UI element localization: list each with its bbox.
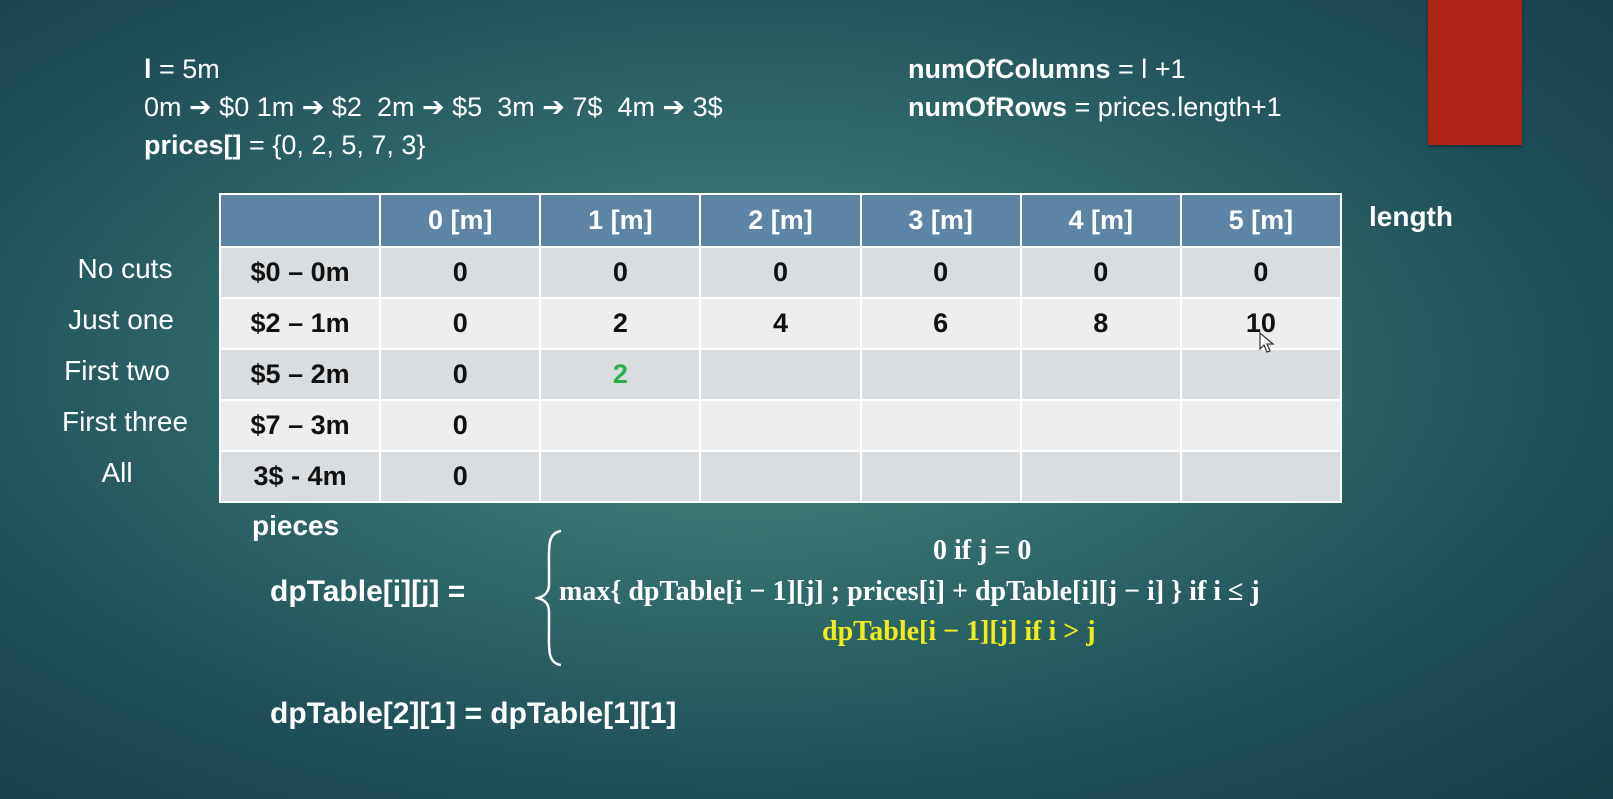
row-label-just-one: Just one — [68, 304, 174, 335]
rows-label: numOfRows — [908, 92, 1067, 122]
table-row-piece: $2 – 1m — [221, 299, 380, 348]
table-cell: 0 — [701, 248, 860, 297]
formula-lhs: dpTable[i][j] = — [270, 575, 466, 608]
table-cell: 0 — [861, 248, 1020, 297]
table-cell: 8 — [1021, 299, 1180, 348]
table-cell-highlighted: 2 — [541, 350, 700, 399]
table-header-cell: 1 [m] — [541, 195, 700, 246]
prices-value: = {0, 2, 5, 7, 3} — [241, 130, 426, 160]
table-header-cell: 2 [m] — [701, 195, 860, 246]
table-cell — [861, 350, 1020, 399]
accent-block — [1428, 0, 1522, 145]
table-header-cell — [221, 195, 380, 246]
table-row-piece: 3$ - 4m — [221, 452, 380, 501]
table-cell: 0 — [1181, 248, 1340, 297]
table-cell: 0 — [381, 401, 540, 450]
table-header-cell: 3 [m] — [861, 195, 1020, 246]
table-cell: 4 — [701, 299, 860, 348]
prices-definition: prices[] = {0, 2, 5, 7, 3} — [144, 126, 425, 164]
table-row-piece: $7 – 3m — [221, 401, 380, 450]
table-cell — [861, 452, 1020, 501]
columns-value: = l +1 — [1110, 54, 1186, 84]
row-label-first-three: First three — [61, 406, 189, 437]
table-cell: 0 — [381, 299, 540, 348]
arrow-icon: ➔ — [189, 92, 212, 122]
pieces-axis-label: pieces — [252, 510, 340, 541]
row-label-first-two: First two — [64, 355, 170, 386]
length-axis-label: length — [1369, 201, 1453, 232]
table-header-cell: 5 [m] — [1181, 195, 1340, 246]
row-label-all: All — [101, 457, 133, 488]
arrow-icon: ➔ — [422, 92, 445, 122]
table-cell: 0 — [381, 350, 540, 399]
table-header-cell: 4 [m] — [1021, 195, 1180, 246]
example-equation: dpTable[2][1] = dpTable[1][1] — [270, 697, 677, 730]
prices-label: prices[] — [144, 130, 242, 160]
table-cell: 0 — [381, 248, 540, 297]
table-cell — [701, 401, 860, 450]
table-cell — [701, 350, 860, 399]
table-cell — [861, 401, 1020, 450]
mouse-cursor-icon — [1259, 331, 1275, 359]
table-cell — [1021, 350, 1180, 399]
table-cell — [1181, 452, 1340, 501]
table-cell — [701, 452, 860, 501]
price-mapping: 0m ➔ $0 1m ➔ $2 2m ➔ $5 3m ➔ 7$ 4m ➔ 3$ — [144, 92, 723, 122]
formula-case-3: dpTable[i − 1][j] if i > j — [822, 616, 1096, 647]
table-cell — [541, 452, 700, 501]
table-row-piece: $0 – 0m — [221, 248, 380, 297]
l-value: = 5m — [151, 54, 220, 84]
table-cell: 0 — [1021, 248, 1180, 297]
table-header-cell: 0 [m] — [381, 195, 540, 246]
l-label: l — [144, 54, 152, 84]
table-cell — [1021, 452, 1180, 501]
columns-label: numOfColumns — [908, 54, 1111, 84]
formula-case-1: 0 if j = 0 — [933, 535, 1032, 566]
arrow-icon: ➔ — [662, 92, 686, 122]
table-cell: 0 — [381, 452, 540, 501]
arrow-icon: ➔ — [542, 92, 565, 122]
rows-value: = prices.length+1 — [1067, 92, 1282, 122]
table-cell: 0 — [541, 248, 700, 297]
table-cell: 6 — [861, 299, 1020, 348]
columns-definition: numOfColumns = l +1 — [908, 50, 1186, 88]
arrow-icon: ➔ — [301, 92, 325, 122]
row-label-no-cuts: No cuts — [77, 253, 173, 284]
rows-definition: numOfRows = prices.length+1 — [908, 88, 1282, 126]
length-definition: l = 5m — [144, 50, 220, 88]
table-cell: 2 — [541, 299, 700, 348]
formula-case-2: max{ dpTable[i − 1][j] ; prices[i] + dpT… — [559, 576, 1260, 607]
table-cell — [1021, 401, 1180, 450]
table-cell — [1181, 401, 1340, 450]
table-cell — [541, 401, 700, 450]
table-row-piece: $5 – 2m — [221, 350, 380, 399]
row-labels: No cuts Just one First two First three A… — [18, 243, 230, 498]
dp-table: 0 [m] 1 [m] 2 [m] 3 [m] 4 [m] 5 [m] $0 –… — [219, 193, 1342, 503]
